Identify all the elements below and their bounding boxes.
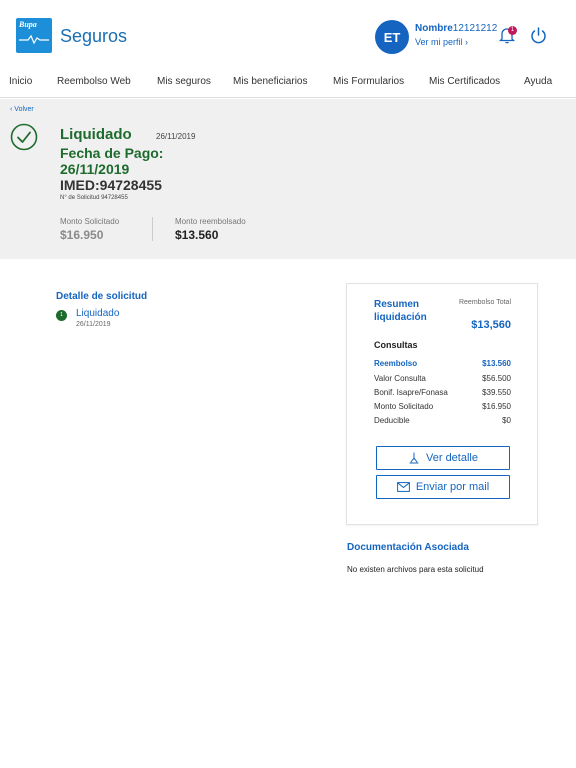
documents-title: Documentación Asociada [347, 542, 469, 553]
row-label-reembolso: Reembolso [374, 359, 418, 368]
reimbursed-amount-label: Monto reembolsado [175, 217, 246, 226]
back-link[interactable]: ‹ Volver [10, 106, 34, 113]
documents-empty-message: No existen archivos para esta solicitud [347, 565, 484, 574]
check-circle-icon [10, 123, 38, 151]
card-title: Resumen liquidación [374, 299, 427, 323]
mail-icon [396, 482, 410, 492]
logo-text: Bupa [19, 20, 37, 29]
heartbeat-icon [19, 34, 49, 44]
notification-badge: 1 [508, 26, 517, 35]
row-value-valor-consulta: $56.500 [482, 374, 511, 383]
detail-title: Detalle de solicitud [56, 291, 148, 302]
send-mail-button[interactable]: Enviar por mail [376, 475, 510, 499]
solicitud-number: N° de Solicitud 94728455 [60, 195, 128, 201]
brand-name: Seguros [60, 26, 128, 46]
nav-item-reembolso-web[interactable]: Reembolso Web [57, 76, 131, 87]
payment-label: Fecha de Pago: [60, 145, 164, 161]
page: Bupa Seguros ET Nombre12121212 Ver mi pe… [0, 0, 576, 768]
nav-item-mis-certificados[interactable]: Mis Certificados [429, 76, 500, 87]
row-label-monto-solicitado: Monto Solicitado [374, 402, 434, 411]
summary-band: ‹ Volver Liquidado 26/11/2019 Fecha de P… [0, 99, 576, 259]
requested-amount-value: $16.950 [60, 228, 104, 242]
status-title: Liquidado [60, 126, 132, 143]
total-value: $13,560 [471, 319, 511, 331]
row-label-bonificacion: Bonif. Isapre/Fonasa [374, 388, 448, 397]
bupa-logo[interactable]: Bupa [16, 18, 52, 53]
settlement-summary-card: Resumen liquidación Reembolso Total $13,… [346, 283, 538, 525]
nav-item-mis-seguros[interactable]: Mis seguros [157, 76, 211, 87]
user-name: Nombre12121212 [415, 23, 497, 34]
row-value-bonificacion: $39.550 [482, 388, 511, 397]
status-date: 26/11/2019 [156, 132, 196, 141]
row-label-deducible: Deducible [374, 416, 410, 425]
row-value-monto-solicitado: $16.950 [482, 402, 511, 411]
top-bar: Bupa Seguros ET Nombre12121212 Ver mi pe… [0, 0, 576, 70]
nav-item-inicio[interactable]: Inicio [9, 76, 32, 87]
user-name-label: Nombre [415, 23, 453, 34]
profile-link[interactable]: Ver mi perfil › [415, 37, 468, 47]
amount-divider [152, 217, 153, 241]
nav-item-mis-formularios[interactable]: Mis Formularios [333, 76, 404, 87]
power-icon[interactable] [529, 26, 548, 45]
avatar[interactable]: ET [375, 20, 409, 54]
send-mail-label: Enviar por mail [415, 481, 490, 493]
row-value-deducible: $0 [502, 416, 511, 425]
pdf-icon [409, 452, 419, 464]
user-name-value: 12121212 [452, 23, 498, 34]
row-label-valor-consulta: Valor Consulta [374, 374, 426, 383]
reimbursed-amount-value: $13.560 [175, 228, 219, 242]
imed-number: IMED:94728455 [60, 177, 162, 193]
step-label[interactable]: Liquidado [76, 308, 119, 319]
step-date: 26/11/2019 [76, 321, 111, 328]
chevron-right-icon: › [465, 37, 469, 47]
section-title: Consultas [374, 340, 418, 350]
requested-amount-label: Monto Solicitado [60, 217, 120, 226]
payment-date: 26/11/2019 [60, 161, 130, 177]
nav-item-mis-beneficiarios[interactable]: Mis beneficiarios [233, 76, 307, 87]
nav-item-ayuda[interactable]: Ayuda [524, 76, 552, 87]
step-number-badge: 1 [56, 310, 67, 321]
back-label: Volver [14, 106, 34, 113]
view-detail-button[interactable]: Ver detalle [376, 446, 510, 470]
avatar-initials: ET [383, 29, 401, 45]
main-nav: Inicio Reembolso Web Mis seguros Mis ben… [0, 70, 576, 98]
row-value-reembolso: $13.560 [482, 359, 511, 368]
profile-link-label: Ver mi perfil [415, 37, 463, 47]
view-detail-label: Ver detalle [426, 452, 478, 464]
total-label: Reembolso Total [458, 299, 511, 306]
